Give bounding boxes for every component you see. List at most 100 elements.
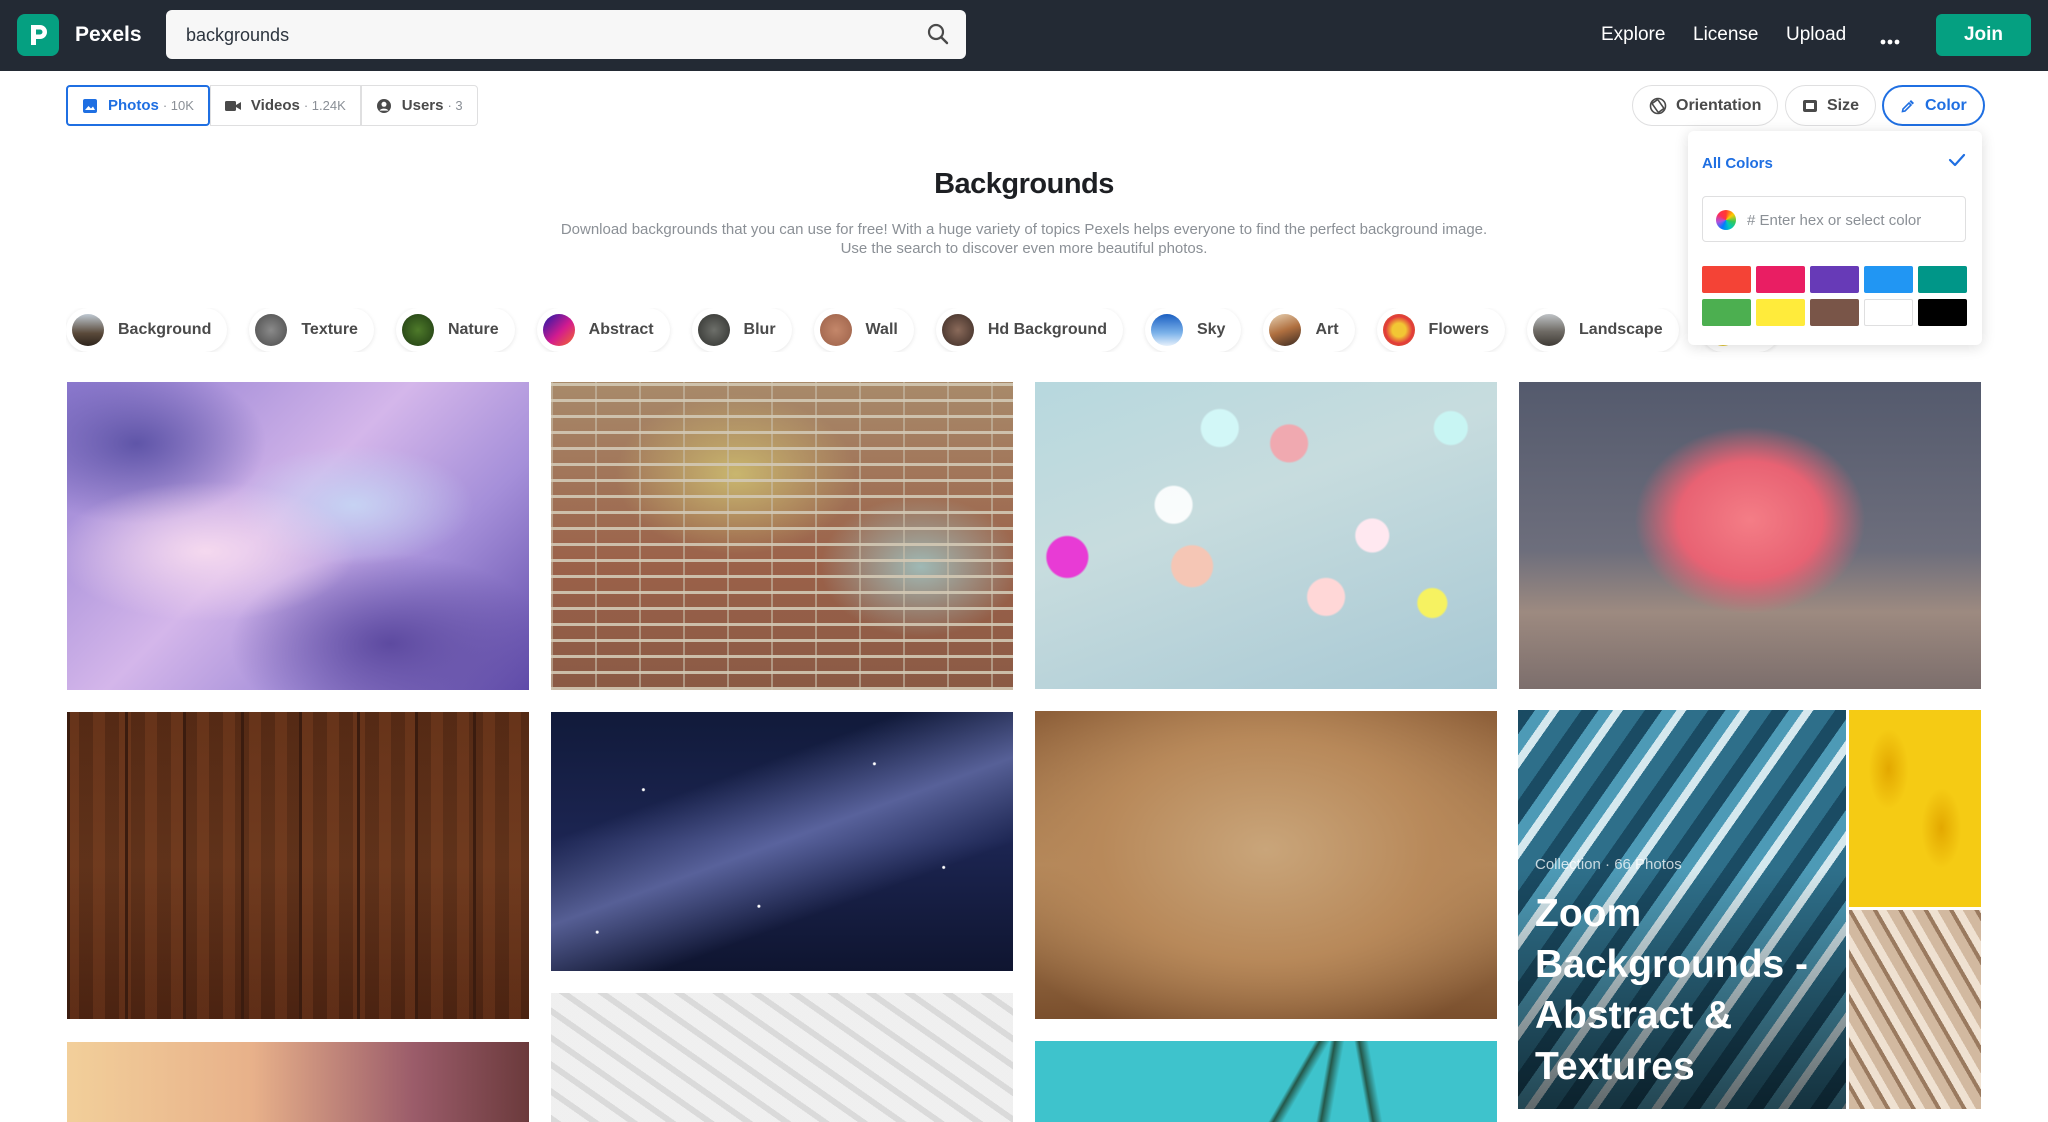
chip-thumbnail (697, 314, 730, 346)
tab-photos-label: Photos (108, 97, 159, 114)
color-swatches (1702, 266, 1968, 326)
chip-label: Art (1315, 321, 1339, 338)
chip-label: Wall (865, 321, 898, 338)
photo-milky-way[interactable] (551, 712, 1013, 971)
photo-bokeh-lights[interactable] (1035, 382, 1497, 689)
hex-color-field[interactable] (1702, 196, 1966, 243)
nav-upload[interactable]: Upload (1786, 24, 1846, 46)
chip-thumbnail (1533, 314, 1566, 346)
color-dropdown: All Colors (1688, 131, 1982, 345)
brand-name[interactable]: Pexels (75, 23, 142, 47)
page-description-line1: Download backgrounds that you can use fo… (560, 221, 1488, 238)
user-icon (376, 98, 391, 113)
swatch-black[interactable] (1918, 299, 1967, 326)
orientation-filter-button[interactable]: Orientation (1632, 85, 1779, 126)
collection-thumb-waves (1849, 910, 1981, 1109)
chip-hd-background[interactable]: Hd Background (935, 308, 1123, 352)
chip-label: Texture (301, 321, 358, 338)
nav-license[interactable]: License (1693, 24, 1759, 46)
search-bar[interactable] (166, 10, 966, 61)
size-icon (1803, 99, 1817, 112)
chip-label: Hd Background (987, 321, 1107, 338)
video-icon (224, 100, 241, 111)
chip-thumbnail (1269, 314, 1302, 346)
join-button[interactable]: Join (1936, 14, 2031, 56)
check-icon (1948, 153, 1966, 172)
swatch-purple[interactable] (1810, 266, 1859, 293)
tab-videos-count: · 1.24K (303, 98, 346, 113)
color-label: Color (1925, 96, 1967, 114)
nav-explore[interactable]: Explore (1601, 24, 1665, 46)
chip-blur[interactable]: Blur (691, 308, 792, 352)
chip-thumbnail (941, 314, 974, 346)
more-options-icon[interactable] (1880, 32, 1900, 50)
swatch-blue[interactable] (1864, 266, 1913, 293)
image-icon (83, 98, 97, 113)
swatch-pink[interactable] (1756, 266, 1805, 293)
tab-users-count: · 3 (447, 98, 463, 113)
swatch-white[interactable] (1864, 299, 1913, 326)
chip-thumbnail (1382, 314, 1415, 346)
chip-label: Flowers (1428, 321, 1490, 338)
tab-users[interactable]: Users · 3 (360, 85, 478, 126)
chip-abstract[interactable]: Abstract (536, 308, 670, 352)
size-label: Size (1827, 96, 1860, 114)
top-navbar: Pexels Explore License Upload Join (0, 0, 2048, 71)
chip-thumbnail (72, 314, 104, 346)
chip-background[interactable]: Background (66, 308, 228, 352)
chip-art[interactable]: Art (1263, 308, 1355, 352)
photo-pink-flower[interactable] (1519, 382, 1981, 689)
chip-landscape[interactable]: Landscape (1527, 308, 1679, 352)
chip-label: Background (118, 321, 212, 338)
media-type-tabs: Photos · 10K Videos · 1.24K Users · 3 (66, 85, 478, 126)
search-icon[interactable] (926, 22, 950, 51)
collection-thumb-bananas (1849, 710, 1981, 907)
color-filter-button[interactable]: Color (1882, 85, 1985, 126)
chip-thumbnail (401, 314, 434, 346)
collection-meta: Collection · 66 Photos (1535, 856, 1682, 873)
chip-label: Sky (1196, 321, 1226, 338)
tab-videos[interactable]: Videos · 1.24K (209, 85, 361, 126)
chip-label: Nature (447, 321, 499, 338)
search-input[interactable] (184, 10, 908, 61)
orientation-icon (1649, 97, 1667, 114)
chip-label: Blur (743, 321, 776, 338)
chip-thumbnail (542, 314, 575, 346)
hex-color-input[interactable] (1745, 197, 1949, 243)
collection-title: Zoom Backgrounds - Abstract & Textures (1535, 892, 1809, 1088)
photo-palm-teal[interactable] (1035, 1041, 1497, 1122)
photo-wood-planks[interactable] (67, 712, 529, 1019)
chip-thumbnail (1150, 314, 1183, 346)
tab-photos[interactable]: Photos · 10K (66, 85, 210, 126)
swatch-brown[interactable] (1810, 299, 1859, 326)
swatch-green[interactable] (1702, 299, 1751, 326)
photo-plaster-texture[interactable] (551, 993, 1013, 1122)
orientation-label: Orientation (1676, 96, 1762, 114)
pexels-logo-icon[interactable] (17, 14, 59, 56)
chip-label: Landscape (1579, 321, 1663, 338)
chip-texture[interactable]: Texture (249, 308, 374, 352)
photo-purple-clouds[interactable] (67, 382, 529, 690)
chip-thumbnail (819, 314, 852, 346)
chip-nature[interactable]: Nature (395, 308, 515, 352)
swatch-yellow[interactable] (1756, 299, 1805, 326)
chip-thumbnail (255, 314, 288, 346)
tab-users-label: Users (401, 97, 444, 114)
size-filter-button[interactable]: Size (1785, 85, 1877, 126)
collection-card[interactable]: Collection · 66 Photos Zoom Backgrounds … (1518, 710, 1981, 1109)
color-wheel-icon[interactable] (1716, 210, 1736, 230)
photo-brick-wall[interactable] (551, 382, 1013, 690)
tab-videos-label: Videos (250, 97, 300, 114)
tab-photos-count: · 10K (162, 98, 194, 113)
chip-label: Abstract (588, 321, 654, 338)
chip-flowers[interactable]: Flowers (1376, 308, 1506, 352)
eyedropper-icon (1901, 99, 1914, 113)
swatch-red[interactable] (1702, 266, 1751, 293)
chip-sky[interactable]: Sky (1144, 308, 1242, 352)
page-description-line2: Use the search to discover even more bea… (840, 240, 1208, 257)
all-colors-option[interactable]: All Colors (1702, 155, 1773, 172)
swatch-teal[interactable] (1918, 266, 1967, 293)
photo-gradient[interactable] (67, 1042, 529, 1122)
photo-old-paper[interactable] (1035, 711, 1497, 1019)
chip-wall[interactable]: Wall (813, 308, 914, 352)
